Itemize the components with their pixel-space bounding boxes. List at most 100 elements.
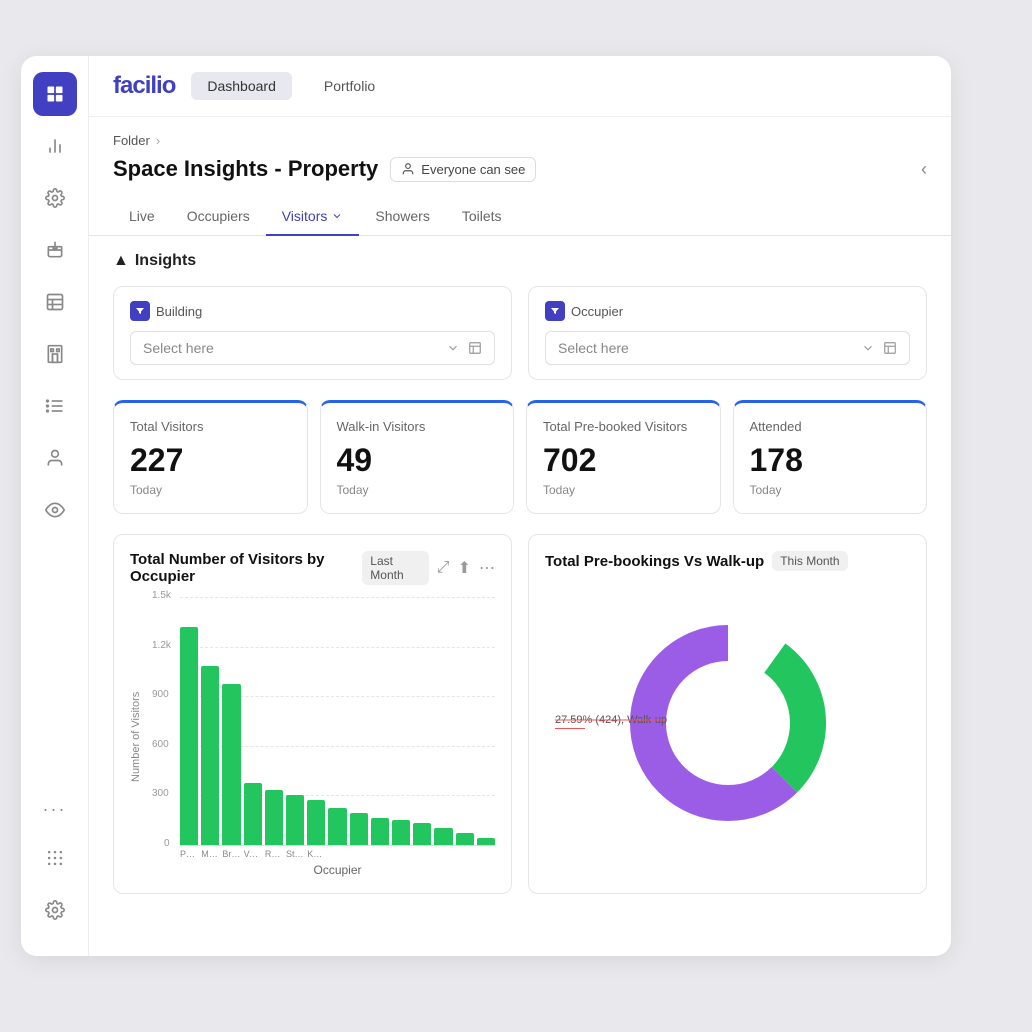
donut-chart-badge[interactable]: This Month — [772, 551, 847, 571]
building-filter-label: Building — [130, 301, 495, 321]
donut-chart-title: Total Pre-bookings Vs Walk-up — [545, 553, 764, 570]
bar-item — [350, 597, 368, 845]
sidebar-more[interactable]: ··· — [35, 791, 75, 828]
sidebar-item-ticket[interactable] — [33, 228, 77, 272]
donut-annotation-line — [555, 705, 675, 735]
bar-chart-title: Total Number of Visitors by Occupier — [130, 551, 354, 585]
chevron-down-icon — [331, 210, 343, 222]
stat-label-total-visitors: Total Visitors — [130, 419, 291, 434]
export-icon[interactable]: ⬆ — [458, 558, 471, 578]
stat-value-total-visitors: 227 — [130, 442, 291, 479]
nav-dashboard-button[interactable]: Dashboard — [191, 72, 292, 100]
sidebar-item-eye[interactable] — [33, 488, 77, 532]
stat-period-total-visitors: Today — [130, 483, 291, 497]
stat-value-prebooked: 702 — [543, 442, 704, 479]
funnel-icon — [134, 305, 146, 317]
stat-period-walkin: Today — [337, 483, 498, 497]
bar-item — [307, 597, 325, 845]
sidebar-apps-icon[interactable] — [33, 836, 77, 880]
tab-visitors[interactable]: Visitors — [266, 198, 360, 236]
stat-cards: Total Visitors 227 Today Walk-in Visitor… — [113, 400, 927, 514]
breadcrumb-chevron-icon: › — [156, 133, 160, 148]
sidebar-item-table[interactable] — [33, 280, 77, 324]
table-icon — [468, 341, 482, 355]
occupier-placeholder: Select here — [558, 340, 629, 356]
occupier-filter-card: Occupier Select here — [528, 286, 927, 380]
grid-line-0: 0 — [180, 845, 495, 846]
stat-value-walkin: 49 — [337, 442, 498, 479]
tab-toilets[interactable]: Toilets — [446, 198, 518, 236]
insights-collapse-icon[interactable]: ▲ — [113, 252, 129, 270]
insights-filters: Building Select here — [113, 286, 927, 380]
y-axis-label: Number of Visitors — [130, 597, 142, 877]
expand-icon[interactable]: ⤢ — [437, 559, 450, 577]
breadcrumb: Folder › — [113, 133, 927, 148]
bar-item — [392, 597, 410, 845]
collapse-button[interactable]: ‹ — [921, 159, 927, 180]
top-nav: facilio Dashboard Portfolio — [89, 56, 951, 117]
bar-item — [180, 597, 198, 845]
sidebar-item-list[interactable] — [33, 384, 77, 428]
table-icon — [883, 341, 897, 355]
bar-item — [477, 597, 495, 845]
filter-select-icons — [446, 341, 482, 355]
building-select[interactable]: Select here — [130, 331, 495, 365]
sidebar-item-person[interactable] — [33, 436, 77, 480]
stat-label-attended: Attended — [750, 419, 911, 434]
page-title-row: Space Insights - Property Everyone can s… — [113, 156, 927, 182]
bar-item — [286, 597, 304, 845]
bar-item — [328, 597, 346, 845]
tab-occupiers[interactable]: Occupiers — [171, 198, 266, 236]
bar-item — [371, 597, 389, 845]
page-header: Folder › Space Insights - Property Every… — [89, 117, 951, 182]
sidebar-gear-icon[interactable] — [33, 888, 77, 932]
page-content: Folder › Space Insights - Property Every… — [89, 117, 951, 956]
sidebar-item-building[interactable] — [33, 332, 77, 376]
tab-live[interactable]: Live — [113, 198, 171, 236]
stat-value-attended: 178 — [750, 442, 911, 479]
donut-chart-header: Total Pre-bookings Vs Walk-up This Month — [545, 551, 910, 571]
stat-attended: Attended 178 Today — [733, 400, 928, 514]
stat-prebooked-visitors: Total Pre-booked Visitors 702 Today — [526, 400, 721, 514]
bar-labels-row: Peel huntMil BankBrazeVorbossRPMIStaceKe… — [150, 849, 495, 859]
tab-showers[interactable]: Showers — [359, 198, 445, 236]
occupier-filter-label: Occupier — [545, 301, 910, 321]
charts-row: Total Number of Visitors by Occupier Las… — [113, 534, 927, 894]
more-icon[interactable]: ⋯ — [479, 558, 495, 578]
building-placeholder: Select here — [143, 340, 214, 356]
bar-item — [456, 597, 474, 845]
bar-item — [413, 597, 431, 845]
donut-center — [668, 663, 788, 783]
breadcrumb-folder[interactable]: Folder — [113, 133, 150, 148]
filter-select-icons2 — [861, 341, 897, 355]
bar-item — [222, 597, 240, 845]
insights-title: Insights — [135, 252, 196, 270]
bar-chart-card: Total Number of Visitors by Occupier Las… — [113, 534, 512, 894]
bar-chart-badge[interactable]: Last Month — [362, 551, 429, 585]
bar-item — [265, 597, 283, 845]
bar-chart-actions: ⤢ ⬆ ⋯ — [437, 558, 495, 578]
chevron-down-icon — [446, 341, 460, 355]
person-icon — [401, 162, 415, 176]
stat-total-visitors: Total Visitors 227 Today — [113, 400, 308, 514]
sidebar: ··· — [21, 56, 89, 956]
bar-chart-inner: 1.5k 1.2k 900 600 300 0 — [150, 597, 495, 877]
donut-chart-wrap: 27.59% (424), Walk-up — [545, 583, 910, 863]
funnel-icon — [549, 305, 561, 317]
bars-container — [180, 597, 495, 845]
sidebar-item-settings[interactable] — [33, 176, 77, 220]
page-title: Space Insights - Property — [113, 156, 378, 182]
bar-item — [244, 597, 262, 845]
insights-header: ▲ Insights — [113, 252, 927, 270]
visibility-badge[interactable]: Everyone can see — [390, 157, 536, 182]
sidebar-item-dashboard[interactable] — [33, 72, 77, 116]
nav-portfolio-button[interactable]: Portfolio — [308, 72, 391, 100]
stat-label-prebooked: Total Pre-booked Visitors — [543, 419, 704, 434]
sidebar-item-chart[interactable] — [33, 124, 77, 168]
main-content: facilio Dashboard Portfolio Folder › Spa… — [89, 56, 951, 956]
insights-section: ▲ Insights Building Select here — [89, 236, 951, 910]
bar-chart-wrap: Number of Visitors 1.5k 1.2k 900 600 — [130, 597, 495, 877]
visibility-text: Everyone can see — [421, 162, 525, 177]
occupier-select[interactable]: Select here — [545, 331, 910, 365]
stat-label-walkin: Walk-in Visitors — [337, 419, 498, 434]
